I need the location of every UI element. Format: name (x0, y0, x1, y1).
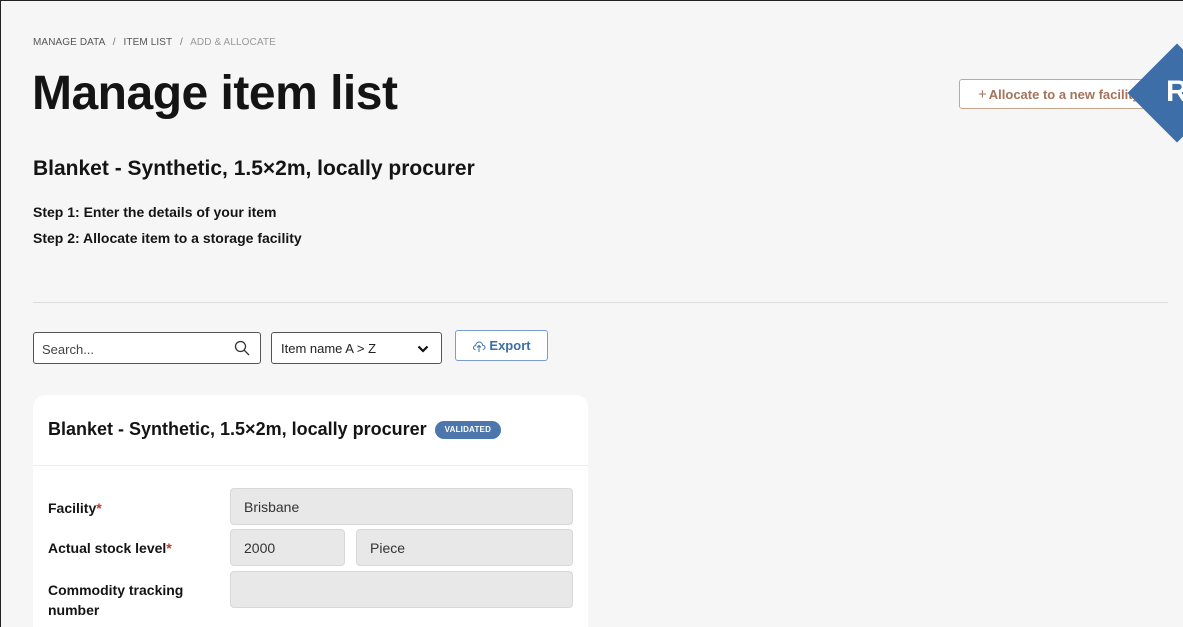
card-divider (33, 465, 588, 466)
sort-select-value: Item name A > Z (281, 340, 377, 356)
stock-level-label: Actual stock level* (48, 538, 172, 558)
stock-level-value: 2000 (244, 539, 276, 556)
breadcrumb-separator: / (179, 37, 183, 48)
unit-value: Piece (370, 539, 406, 556)
breadcrumb-add-allocate: ADD & ALLOCATE (190, 37, 276, 48)
section-divider (33, 302, 1168, 303)
tracking-number-field[interactable] (230, 571, 573, 608)
export-button-label: Export (489, 338, 531, 353)
allocate-button-label: Allocate to a new facility (988, 86, 1140, 102)
tracking-label-line2: number (48, 602, 100, 618)
breadcrumb: MANAGE DATA / ITEM LIST / ADD & ALLOCATE (33, 37, 276, 48)
help-badge-letter: R (1166, 75, 1183, 108)
tracking-number-label: Commodity tracking number (48, 580, 183, 620)
window-top-border (0, 0, 1183, 1)
chevron-down-icon (417, 345, 429, 353)
breadcrumb-manage-data[interactable]: MANAGE DATA (33, 37, 105, 48)
search-input[interactable] (42, 340, 222, 358)
facility-field[interactable]: Brisbane (230, 488, 573, 525)
item-heading: Blanket - Synthetic, 1.5×2m, locally pro… (33, 157, 475, 180)
breadcrumb-separator: / (112, 37, 116, 48)
export-button[interactable]: Export (455, 330, 548, 361)
step-2-text: Step 2: Allocate item to a storage facil… (33, 230, 302, 246)
stock-level-field[interactable]: 2000 (230, 529, 345, 566)
search-icon[interactable] (234, 340, 250, 356)
status-badge: VALIDATED (434, 420, 502, 439)
card-header: Blanket - Synthetic, 1.5×2m, locally pro… (48, 419, 502, 440)
sort-select[interactable]: Item name A > Z (271, 332, 442, 364)
breadcrumb-item-list[interactable]: ITEM LIST (124, 37, 173, 48)
window-left-border (0, 0, 1, 627)
tracking-label-line1: Commodity tracking (48, 582, 184, 598)
facility-label-text: Facility (48, 500, 97, 516)
cloud-upload-icon (473, 340, 486, 352)
step-1-text: Step 1: Enter the details of your item (33, 204, 277, 220)
stock-level-label-text: Actual stock level (48, 540, 167, 556)
card-title: Blanket - Synthetic, 1.5×2m, locally pro… (48, 419, 427, 439)
required-marker: * (96, 500, 102, 516)
item-card: Blanket - Synthetic, 1.5×2m, locally pro… (33, 395, 588, 627)
search-field (33, 332, 261, 364)
plus-icon: + (978, 85, 987, 103)
unit-field[interactable]: Piece (356, 529, 573, 566)
facility-value: Brisbane (244, 498, 300, 515)
facility-label: Facility* (48, 498, 102, 518)
required-marker: * (166, 540, 172, 556)
page-title: Manage item list (32, 67, 398, 120)
